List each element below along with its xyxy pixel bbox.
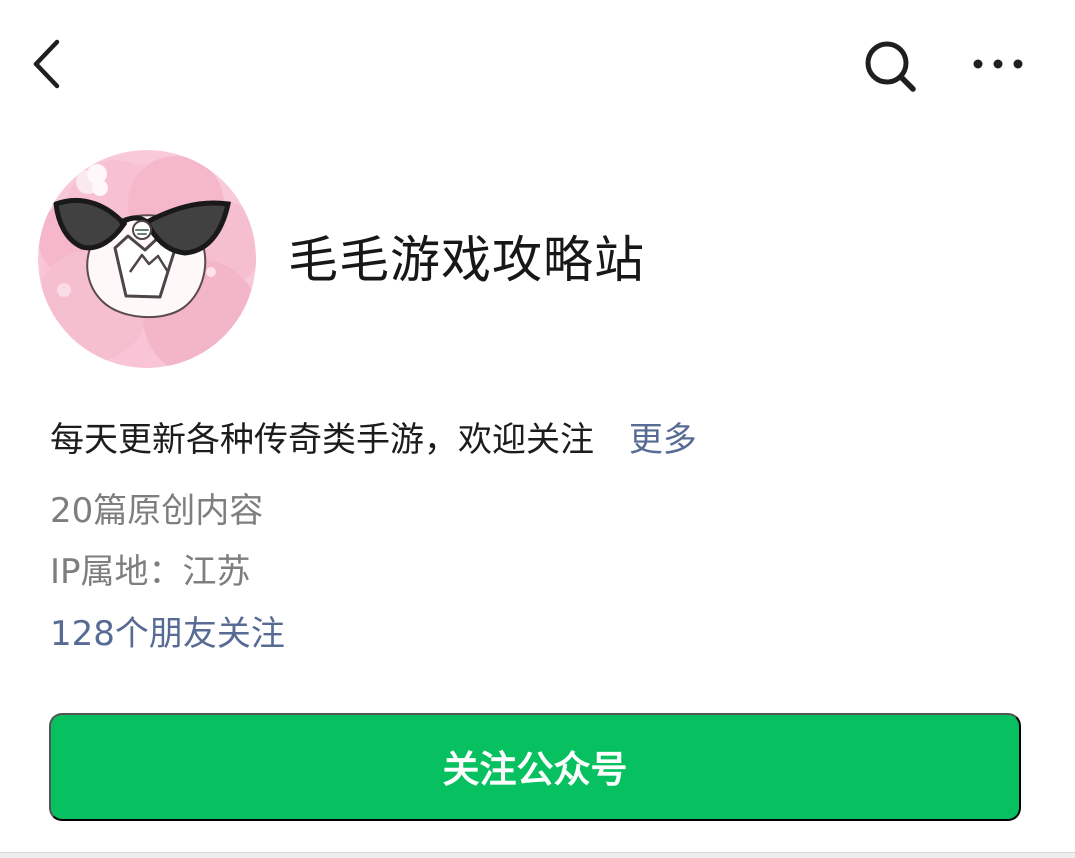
pink-haired-character-avatar — [38, 150, 256, 368]
chevron-left-icon — [33, 39, 60, 89]
account-profile-header: 毛毛游戏攻略站 — [0, 140, 1075, 380]
bottom-divider — [0, 852, 1075, 858]
search-icon — [865, 41, 916, 92]
account-introduction: 每天更新各种传奇类手游，欢迎关注 更多 — [50, 414, 697, 466]
original-content-count: 20篇原创内容 — [50, 491, 264, 531]
account-name: 毛毛游戏攻略站 — [288, 231, 645, 289]
top-navigation-bar — [0, 0, 1075, 130]
more-introduction-link[interactable]: 更多 — [629, 420, 697, 460]
friends-following-link[interactable]: 128个朋友关注 — [50, 610, 285, 658]
ellipsis-icon — [973, 59, 1023, 69]
account-avatar[interactable] — [38, 150, 256, 368]
search-button[interactable] — [858, 34, 922, 98]
ip-location: IP属地：江苏 — [50, 552, 251, 592]
introduction-text: 每天更新各种传奇类手游，欢迎关注 — [50, 420, 594, 460]
follow-official-account-button[interactable]: 关注公众号 — [49, 713, 1021, 821]
back-button[interactable] — [22, 36, 74, 92]
more-options-button[interactable] — [966, 40, 1030, 88]
